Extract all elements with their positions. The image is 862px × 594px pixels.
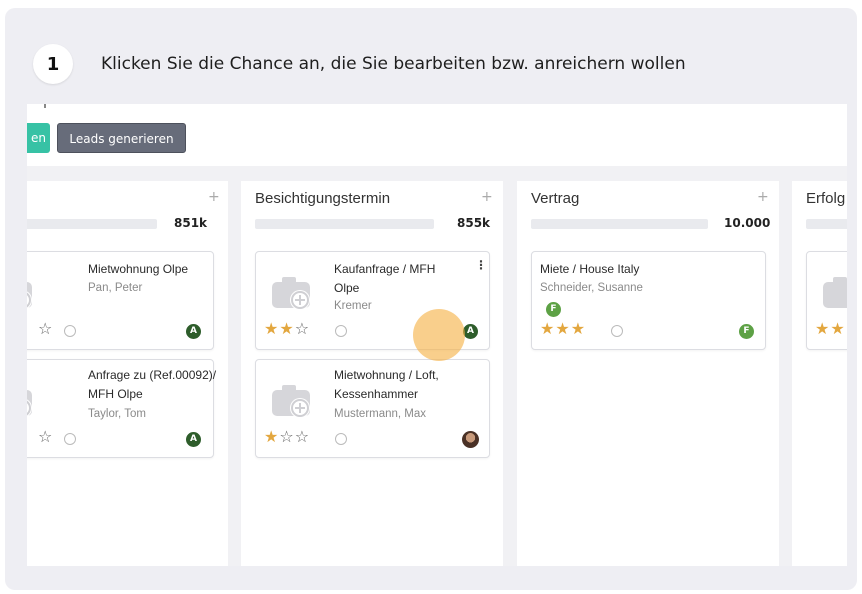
- star-filled-icon[interactable]: ★: [571, 319, 586, 338]
- column-title: Vertrag: [531, 190, 580, 207]
- column-progress-bar: [27, 219, 157, 229]
- add-card-icon[interactable]: +: [208, 189, 220, 205]
- add-card-icon[interactable]: +: [481, 189, 493, 205]
- kanban-column: Vertrag + 10.000 Miete / House Italy Sch…: [517, 181, 779, 566]
- rating-stars[interactable]: ★☆☆: [264, 427, 310, 446]
- avatar: F: [739, 324, 754, 339]
- star-filled-icon[interactable]: ★: [815, 319, 830, 338]
- rating-stars[interactable]: ★★☆: [264, 319, 310, 338]
- camera-placeholder-icon: [27, 390, 32, 417]
- star-empty-icon[interactable]: ☆: [38, 319, 53, 338]
- kanban-column: + 851k Mietwohnung Olpe Pan, Peter ☆ A A…: [27, 181, 228, 566]
- card-contact: Pan, Peter: [88, 282, 143, 294]
- avatar: A: [463, 324, 478, 339]
- kanban-column: Besichtigungstermin + 855k Kaufanfrage /…: [241, 181, 503, 566]
- avatar-photo: [462, 431, 479, 448]
- star-filled-icon[interactable]: ★: [264, 427, 279, 446]
- star-empty-icon[interactable]: ☆: [38, 427, 53, 446]
- card-contact: Kremer: [334, 300, 372, 312]
- rating-stars[interactable]: ☆: [38, 427, 53, 446]
- clock-icon: [611, 325, 623, 337]
- star-filled-icon[interactable]: ★: [264, 319, 279, 338]
- star-filled-icon[interactable]: ★: [830, 319, 845, 338]
- column-progress-bar: [255, 219, 434, 229]
- rating-stars[interactable]: ★★: [815, 319, 846, 338]
- teal-action-button[interactable]: en: [27, 123, 50, 153]
- camera-placeholder-icon: [272, 277, 310, 310]
- card-contact: Mustermann, Max: [334, 408, 427, 420]
- star-filled-icon[interactable]: ★: [279, 319, 294, 338]
- card-title: Mietwohnung Olpe: [88, 262, 189, 276]
- card-contact: Schneider, Susanne: [540, 282, 643, 294]
- column-sum: 10.000: [724, 216, 771, 230]
- column-progress-bar: [806, 219, 847, 229]
- leads-generieren-button[interactable]: Leads generieren: [57, 123, 186, 153]
- avatar: A: [186, 432, 201, 447]
- step-instruction: Klicken Sie die Chance an, die Sie bearb…: [101, 54, 686, 74]
- toolbar: en Leads generieren: [27, 104, 847, 166]
- rating-stars[interactable]: ★★★: [540, 319, 586, 338]
- opportunity-card[interactable]: Miete / House Italy Schneider, Susanne F…: [531, 251, 766, 350]
- opportunity-card[interactable]: Anfrage zu (Ref.00092)/ MFH Olpe Taylor,…: [27, 359, 216, 458]
- star-filled-icon[interactable]: ★: [555, 319, 570, 338]
- star-empty-icon[interactable]: ☆: [295, 319, 310, 338]
- column-title: Besichtigungstermin: [255, 190, 391, 207]
- rating-stars[interactable]: ☆: [38, 319, 53, 338]
- card-title: Anfrage zu (Ref.00092)/ MFH Olpe: [88, 368, 217, 401]
- card-contact: Taylor, Tom: [88, 408, 146, 420]
- add-card-icon[interactable]: +: [757, 189, 769, 205]
- card-title: Mietwohnung / Loft, Kessenhammer: [334, 368, 439, 401]
- clock-icon: [335, 325, 347, 337]
- camera-placeholder-icon: [27, 282, 32, 309]
- camera-placeholder-icon: [272, 385, 310, 418]
- avatar: A: [186, 324, 201, 339]
- toolbar-dot: [44, 104, 46, 108]
- clock-icon: [64, 433, 76, 445]
- star-empty-icon[interactable]: ☆: [279, 427, 294, 446]
- column-title: Erfolg: [806, 190, 846, 207]
- column-progress-bar: [531, 219, 708, 229]
- clock-icon: [64, 325, 76, 337]
- opportunity-card[interactable]: Mietwohnung Olpe Pan, Peter ☆ A: [27, 251, 214, 350]
- card-title: Miete / House Italy: [540, 262, 640, 276]
- card-title: Kaufanfrage / MFH Olpe: [334, 262, 436, 295]
- card-menu-icon[interactable]: ⋮: [475, 258, 487, 272]
- kanban-column: Erfolg ★★: [792, 181, 847, 566]
- star-empty-icon[interactable]: ☆: [295, 427, 310, 446]
- step-number-badge: 1: [33, 44, 73, 84]
- owner-badge: F: [546, 302, 561, 317]
- clock-icon: [335, 433, 347, 445]
- click-indicator: [413, 309, 465, 361]
- star-filled-icon[interactable]: ★: [540, 319, 555, 338]
- column-sum: 855k: [457, 216, 491, 230]
- opportunity-card[interactable]: ★★: [806, 251, 847, 350]
- opportunity-card[interactable]: Mietwohnung / Loft, Kessenhammer Musterm…: [255, 359, 490, 458]
- column-sum: 851k: [174, 216, 208, 230]
- camera-placeholder-icon: [823, 277, 847, 308]
